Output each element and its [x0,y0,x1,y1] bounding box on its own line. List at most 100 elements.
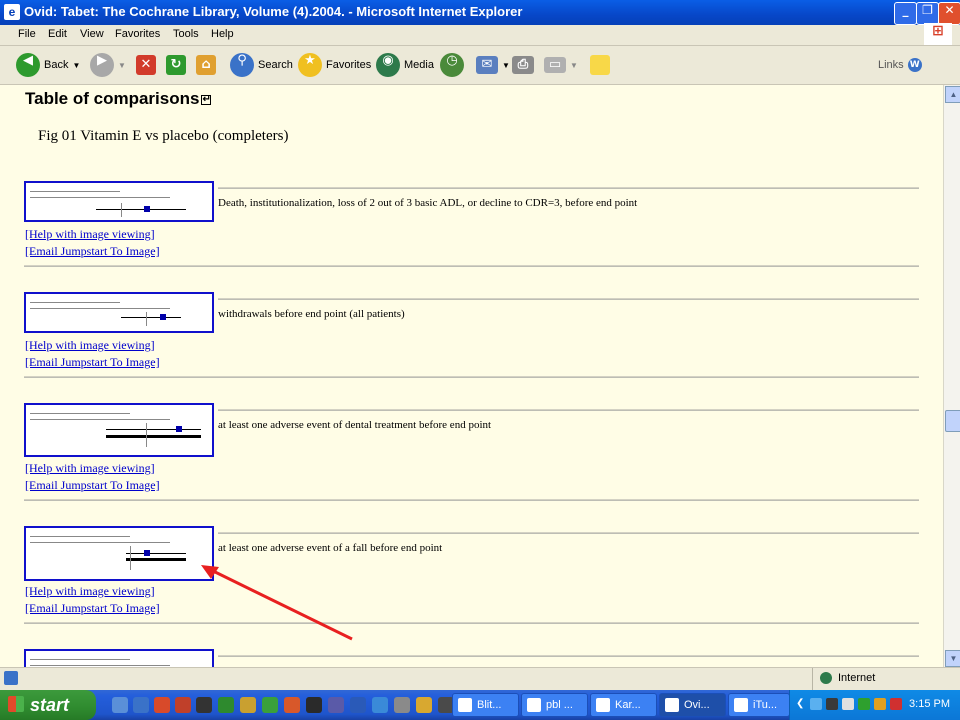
menu-edit[interactable]: Edit [48,28,67,40]
quicklaunch-icon[interactable] [175,697,191,713]
page-title-text: Table of comparisons [25,89,200,108]
close-button[interactable]: ✕ [938,2,960,25]
taskbar-item-label: Kar... [615,699,641,711]
outcome-label: at least one adverse event of a fall bef… [218,542,443,554]
menu-bar: File Edit View Favorites Tools Help [0,25,960,46]
help-link[interactable]: [Help with image viewing] [25,461,155,476]
edit-button[interactable]: ▭ ▼ [544,50,578,80]
status-bar: Internet [0,667,960,690]
tray-expand-icon[interactable]: ❮ [796,698,804,709]
email-link[interactable]: [Email Jumpstart To Image] [25,244,160,259]
clock: 3:15 PM [909,698,950,710]
divider [218,187,919,189]
maximize-button[interactable]: ❐ [916,2,939,25]
forest-plot-thumbnail[interactable] [24,403,214,457]
taskbar-item[interactable]: Kar... [590,693,657,717]
email-link[interactable]: [Email Jumpstart To Image] [25,355,160,370]
links-button[interactable]: Links W [878,50,922,80]
mail-button[interactable]: ✉ ▼ [476,50,510,80]
tray-icon[interactable] [810,698,822,710]
quicklaunch-icon[interactable] [328,697,344,713]
quicklaunch-icon[interactable] [306,697,322,713]
divider [218,655,919,657]
menu-help[interactable]: Help [211,28,234,40]
tray-icon[interactable] [842,698,854,710]
menu-tools[interactable]: Tools [173,28,199,40]
help-link[interactable]: [Help with image viewing] [25,227,155,242]
scroll-down-icon[interactable]: ▼ [945,650,960,667]
minimize-button[interactable]: _ [894,2,917,25]
mail-icon: ✉ [476,56,498,74]
quicklaunch-icon[interactable] [262,697,278,713]
outcome-label: at least one adverse event of dental tre… [218,419,492,431]
ie-icon[interactable] [133,697,149,713]
forward-button[interactable]: ▶ ▼ [90,50,126,80]
globe-icon [820,672,832,684]
taskbar-item[interactable]: pbl ... [521,693,588,717]
taskbar-item[interactable]: iTu... [728,693,790,717]
quicklaunch-icon[interactable] [154,697,170,713]
history-button[interactable]: ◷ [440,50,464,80]
quicklaunch-icon[interactable] [394,697,410,713]
forest-plot-thumbnail[interactable] [24,181,214,222]
chevron-down-icon: ▼ [118,60,126,70]
word-icon[interactable] [350,697,366,713]
forest-plot-thumbnail[interactable] [24,292,214,333]
email-link[interactable]: [Email Jumpstart To Image] [25,601,160,616]
messenger-button[interactable] [590,50,610,80]
media-button[interactable]: ◉ Media [376,50,434,80]
page-content: Table of comparisons ↵ Fig 01 Vitamin E v… [0,85,943,667]
status-divider [812,668,813,690]
quicklaunch-icon[interactable] [196,697,212,713]
menu-favorites[interactable]: Favorites [115,28,160,40]
excel-icon[interactable] [218,697,234,713]
divider [24,622,919,624]
print-button[interactable]: ⎙ [512,50,534,80]
ie-icon [665,698,679,712]
outcome-label: withdrawals before end point (all patien… [218,308,405,320]
menu-view[interactable]: View [80,28,104,40]
figure-title: Fig 01 Vitamin E vs placebo (completers) [38,128,289,144]
scroll-up-icon[interactable]: ▲ [945,86,960,103]
refresh-button[interactable]: ↻ [166,50,186,80]
taskbar-item[interactable]: Blit... [452,693,519,717]
page-icon [4,671,18,685]
tray-icon[interactable] [874,698,886,710]
chevron-down-icon: ▼ [502,60,510,70]
anchor-icon[interactable]: ↵ [201,94,212,105]
back-button[interactable]: ◀ Back ▼ [16,50,80,80]
taskbar-item-active[interactable]: Ovi... [659,693,726,717]
search-button[interactable]: ⚲ Search [230,50,293,80]
email-link[interactable]: [Email Jumpstart To Image] [25,478,160,493]
taskbar-item-label: iTu... [753,699,778,711]
window-icon [458,698,472,712]
favorites-button[interactable]: ★ Favorites [298,50,371,80]
scroll-thumb[interactable] [945,410,960,432]
system-tray: ❮ 3:15 PM [789,690,960,720]
home-button[interactable]: ⌂ [196,50,216,80]
page-title: Table of comparisons ↵ [25,89,212,109]
forest-plot-thumbnail[interactable] [24,649,214,667]
quicklaunch-icon[interactable] [372,697,388,713]
windows-flag-icon [8,696,24,712]
quicklaunch-icon[interactable] [112,697,128,713]
forest-plot-thumbnail[interactable] [24,526,214,581]
stop-button[interactable]: ✕ [136,50,156,80]
help-link[interactable]: [Help with image viewing] [25,584,155,599]
window-titlebar[interactable]: e Ovid: Tabet: The Cochrane Library, Vol… [0,0,960,25]
quicklaunch-icon[interactable] [416,697,432,713]
tray-icon[interactable] [858,698,870,710]
tray-icon[interactable] [890,698,902,710]
help-link[interactable]: [Help with image viewing] [25,338,155,353]
favorites-label: Favorites [326,59,372,71]
annotation-arrow [201,565,353,641]
quicklaunch-icon[interactable] [284,697,300,713]
search-label: Search [258,59,293,71]
tray-icon[interactable] [826,698,838,710]
start-button[interactable]: start [0,690,96,720]
chevron-down-icon: ▼ [570,60,578,70]
quicklaunch-icon[interactable] [240,697,256,713]
vertical-scrollbar[interactable]: ▲ ▼ [943,85,960,667]
taskbar-item-label: Blit... [477,699,502,711]
menu-file[interactable]: File [18,28,36,40]
